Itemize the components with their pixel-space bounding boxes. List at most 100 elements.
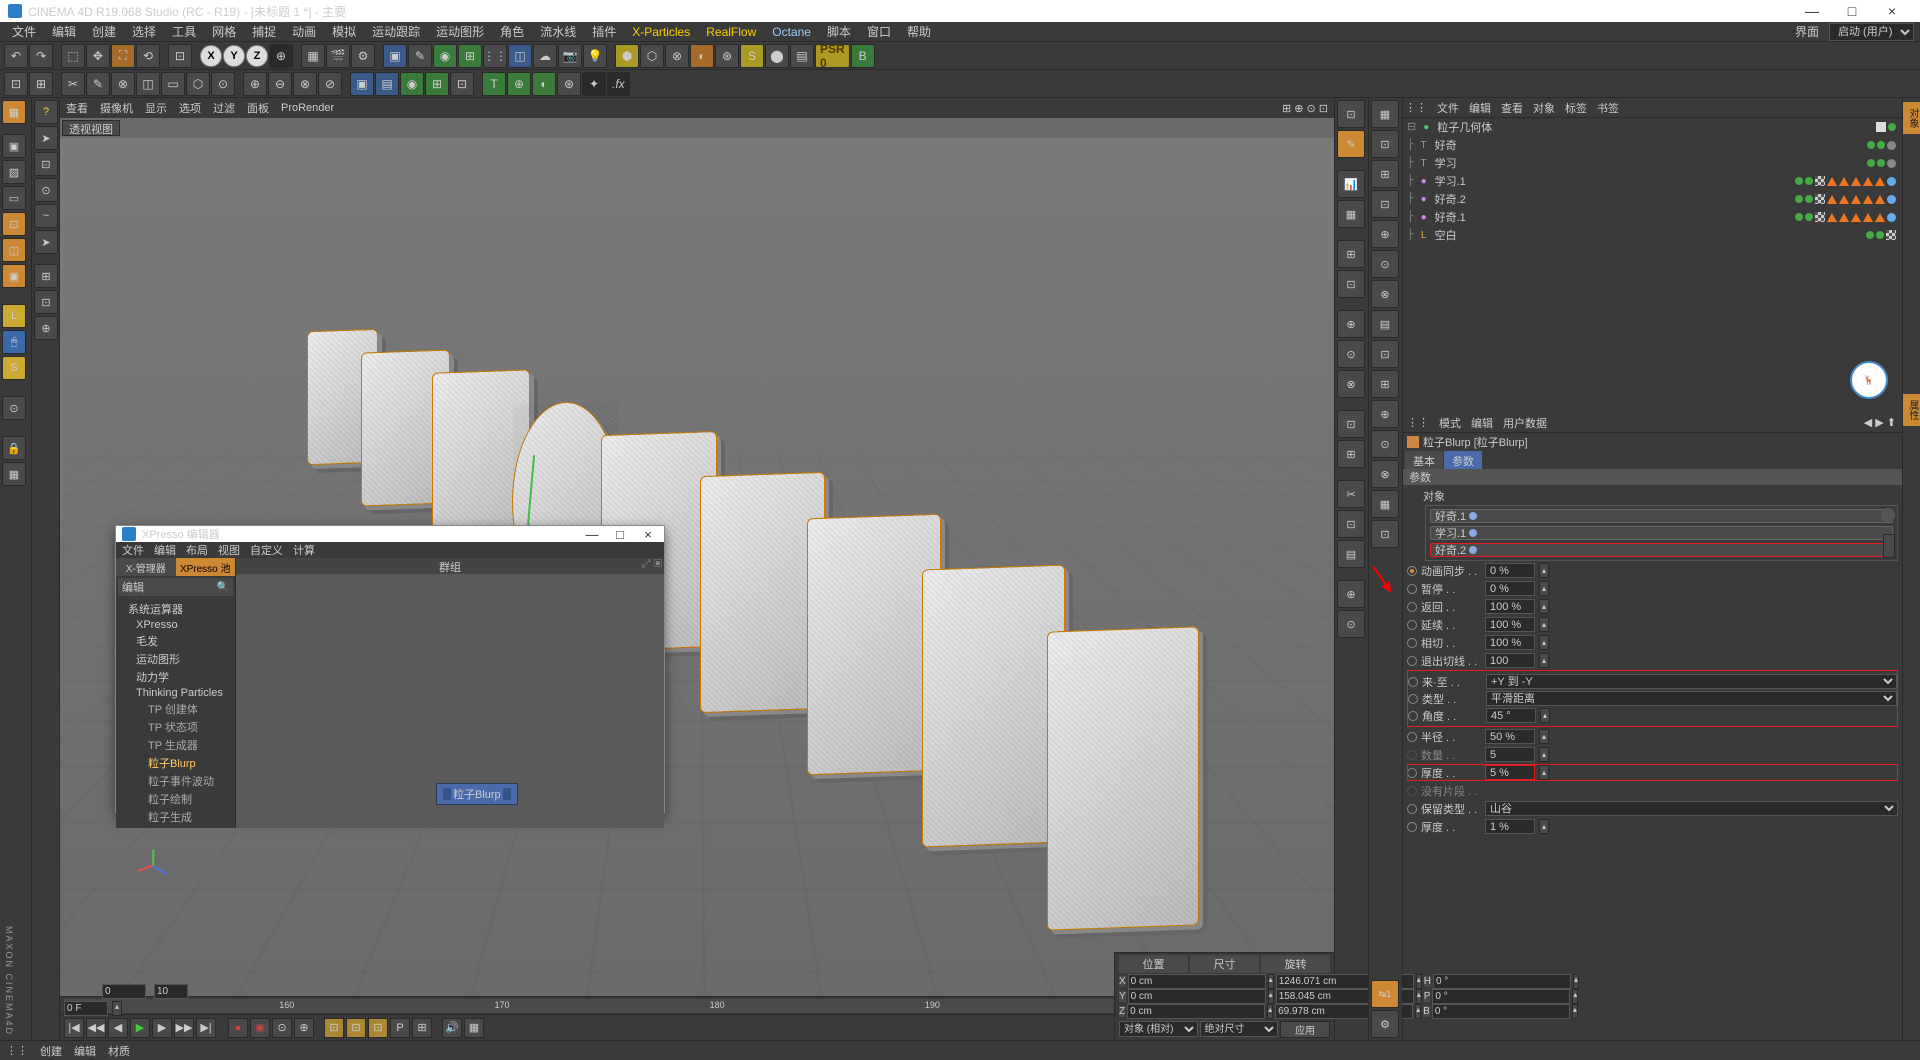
- attr-tab-编辑[interactable]: 编辑: [1471, 415, 1493, 431]
- attr-value[interactable]: 5 %: [1485, 765, 1535, 780]
- obj-tag[interactable]: [1795, 177, 1803, 185]
- obj-row-好奇.2[interactable]: ├●好奇.2: [1403, 190, 1902, 208]
- menu-编辑[interactable]: 编辑: [46, 21, 82, 42]
- tool2-18[interactable]: ⊡: [450, 72, 474, 96]
- xp-canvas-handles[interactable]: ⤢ ▣: [642, 558, 662, 571]
- vr2-14[interactable]: ▦: [1371, 490, 1399, 518]
- make-editable[interactable]: ▦: [2, 100, 26, 124]
- attr-object-drop[interactable]: 好奇.1学习.1好奇.2: [1425, 505, 1898, 561]
- xp-min[interactable]: —: [582, 527, 602, 542]
- obj-chip-好奇.1[interactable]: 好奇.1: [1430, 509, 1893, 523]
- spinner[interactable]: ▴: [1539, 819, 1549, 834]
- keyframe-dot[interactable]: [1407, 656, 1417, 666]
- obj-row-好奇[interactable]: ├T好奇: [1403, 136, 1902, 154]
- maximize-button[interactable]: □: [1832, 3, 1872, 19]
- goto-end[interactable]: ▶|: [196, 1018, 216, 1038]
- node-in-port[interactable]: [443, 788, 451, 800]
- xpresso-canvas[interactable]: 群组 ⤢ ▣ 粒子Blurp: [236, 558, 664, 828]
- search-icon[interactable]: 🔍: [217, 582, 229, 593]
- pos-Y[interactable]: [1128, 989, 1266, 1004]
- keyframe-dot[interactable]: [1407, 768, 1417, 778]
- lt2-4[interactable]: ➤: [34, 230, 58, 254]
- xp-tree-粒子Blurp[interactable]: 粒子Blurp: [120, 754, 231, 772]
- obj-tag[interactable]: [1876, 231, 1884, 239]
- pos-Z[interactable]: [1127, 1004, 1265, 1019]
- vp-menu-选项[interactable]: 选项: [179, 100, 201, 116]
- sound[interactable]: 🔊: [442, 1018, 462, 1038]
- vp-menu-查看[interactable]: 查看: [66, 100, 88, 116]
- xp-tree-TP 创建体[interactable]: TP 创建体: [120, 700, 231, 718]
- obj-tag[interactable]: [1887, 141, 1896, 150]
- help-icon[interactable]: ?: [34, 100, 58, 124]
- render-settings[interactable]: ⚙: [351, 44, 375, 68]
- obj-tag[interactable]: [1795, 213, 1803, 221]
- obj-tag[interactable]: [1805, 177, 1813, 185]
- obj-tab-对象[interactable]: 对象: [1533, 100, 1555, 116]
- xp-tree-XPresso[interactable]: XPresso: [120, 618, 231, 632]
- status-创建[interactable]: 创建: [40, 1043, 62, 1059]
- attr-value[interactable]: 100 %: [1485, 635, 1535, 650]
- attr-value[interactable]: 0 %: [1485, 581, 1535, 596]
- light[interactable]: 💡: [583, 44, 607, 68]
- vr1-6[interactable]: ⊡: [1337, 270, 1365, 298]
- prev-frame[interactable]: ◀: [108, 1018, 128, 1038]
- misc-3[interactable]: ▦: [2, 462, 26, 486]
- plugin-btn-9[interactable]: B: [851, 44, 875, 68]
- vr1-16[interactable]: ⊙: [1337, 610, 1365, 638]
- obj-row-学习.1[interactable]: ├●学习.1: [1403, 172, 1902, 190]
- tool2-15[interactable]: ▤: [375, 72, 399, 96]
- vr2-11[interactable]: ⊕: [1371, 400, 1399, 428]
- attr-select-类型[interactable]: 平滑距离: [1486, 691, 1897, 706]
- plugin-btn-7[interactable]: ⬤: [765, 44, 789, 68]
- plugin-btn-5[interactable]: ⊛: [715, 44, 739, 68]
- obj-tab-编辑[interactable]: 编辑: [1469, 100, 1491, 116]
- keyframe-dot[interactable]: [1407, 566, 1417, 576]
- frame-start-num[interactable]: [102, 984, 146, 999]
- lt2-3[interactable]: ~: [34, 204, 58, 228]
- obj-tag[interactable]: [1887, 159, 1896, 168]
- menu-模拟[interactable]: 模拟: [326, 21, 362, 42]
- plugin-btn-6[interactable]: S: [740, 44, 764, 68]
- pos-X[interactable]: [1128, 974, 1266, 989]
- keyframe-dot[interactable]: [1407, 822, 1417, 832]
- xp-tree-粒子事件波动[interactable]: 粒子事件波动: [120, 772, 231, 790]
- xp-node-blurp[interactable]: 粒子Blurp: [436, 783, 518, 805]
- obj-tag[interactable]: [1805, 195, 1813, 203]
- tool2-7[interactable]: ▭: [161, 72, 185, 96]
- attr-value[interactable]: 100 %: [1485, 599, 1535, 614]
- tool2-11[interactable]: ⊖: [268, 72, 292, 96]
- obj-tab-书签[interactable]: 书签: [1597, 100, 1619, 116]
- rot-Y[interactable]: [1432, 989, 1570, 1004]
- xp-tree-粒子生成[interactable]: 粒子生成: [120, 808, 231, 826]
- scale-tool[interactable]: ⛶: [111, 44, 135, 68]
- tool2-20[interactable]: ◐: [532, 72, 556, 96]
- spinner[interactable]: ▴: [1539, 747, 1549, 762]
- spinner[interactable]: ▴: [1539, 599, 1549, 614]
- recent-tool[interactable]: ⊡: [168, 44, 192, 68]
- layout-dropdown[interactable]: 启动 (用户): [1829, 23, 1914, 41]
- tool2-2[interactable]: ⊞: [29, 72, 53, 96]
- plugin-btn-3[interactable]: ⊗: [665, 44, 689, 68]
- xp-tree-TP 生成器[interactable]: TP 生成器: [120, 736, 231, 754]
- xp-tree-粒子绘制[interactable]: 粒子绘制: [120, 790, 231, 808]
- camera[interactable]: 📷: [558, 44, 582, 68]
- vr1-2[interactable]: ✎: [1337, 130, 1365, 158]
- attr-value[interactable]: 0 %: [1485, 563, 1535, 578]
- key-pos[interactable]: ⊡: [324, 1018, 344, 1038]
- menu-创建[interactable]: 创建: [86, 21, 122, 42]
- spinner[interactable]: ▴: [1539, 653, 1549, 668]
- keyframe-dot[interactable]: [1407, 620, 1417, 630]
- arrow-icon[interactable]: ➤: [34, 126, 58, 150]
- object-manager[interactable]: ⊟●粒子几何体├T好奇├T学习├●学习.1├●好奇.2├●好奇.1├L空白🦌: [1403, 118, 1902, 413]
- play-button[interactable]: ▶: [130, 1018, 150, 1038]
- obj-tag[interactable]: [1887, 213, 1896, 222]
- lt2-5[interactable]: ⊞: [34, 264, 58, 288]
- tool2-3[interactable]: ✂: [61, 72, 85, 96]
- obj-tag[interactable]: [1795, 195, 1803, 203]
- vp-menu-过滤[interactable]: 过滤: [213, 100, 235, 116]
- key-rot[interactable]: ⊡: [368, 1018, 388, 1038]
- vp-menu-摄像机[interactable]: 摄像机: [100, 100, 133, 116]
- xp-tab-0[interactable]: X-管理器: [116, 558, 176, 576]
- tool2-19[interactable]: ⊕: [507, 72, 531, 96]
- vr2-9[interactable]: ⊡: [1371, 340, 1399, 368]
